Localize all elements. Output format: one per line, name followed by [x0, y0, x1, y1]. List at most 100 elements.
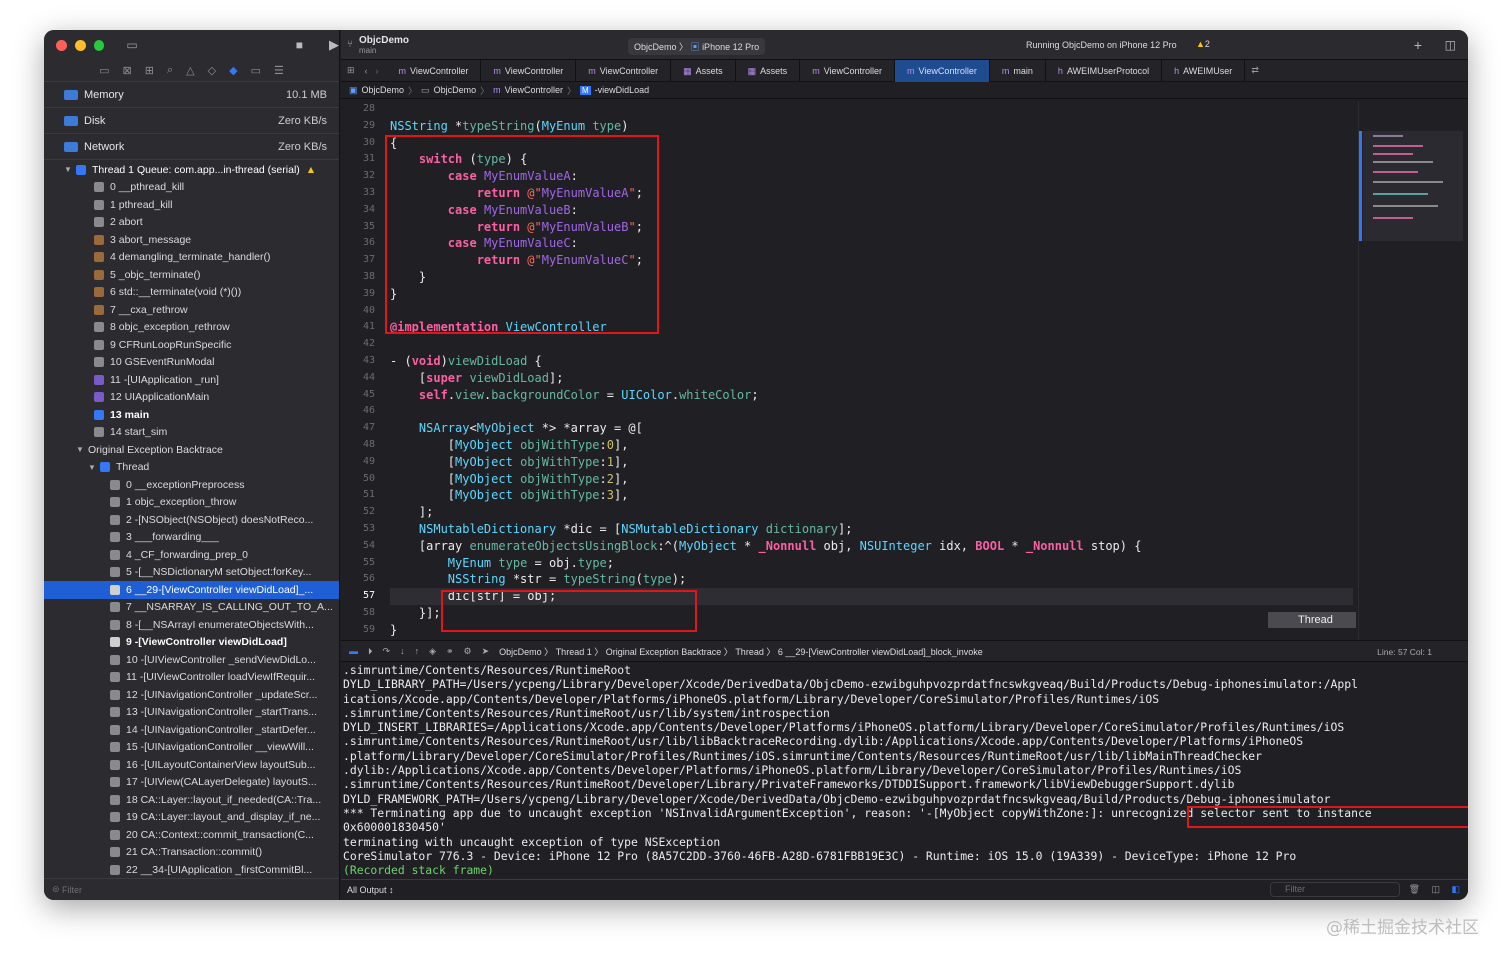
stop-button[interactable]: ■	[296, 38, 303, 52]
backtrace-frame-row[interactable]: 13 -[UINavigationController _startTrans.…	[44, 704, 339, 722]
source-editor[interactable]: 28 29 30 31 32 33 34 35 36 37 38 39 40 41 42 43 44 45 46 47…	[341, 101, 1468, 640]
chevron-down-icon[interactable]: ▼	[76, 445, 86, 454]
folder-icon[interactable]: ▭	[99, 64, 109, 77]
stack-frame-row[interactable]: 14 start_sim	[44, 424, 339, 442]
backtrace-frame-row[interactable]: 8 -[__NSArrayI enumerateObjectsWith...	[44, 616, 339, 634]
chevron-down-icon[interactable]: ▼	[64, 165, 74, 174]
stack-frame-row[interactable]: 4 demangling_terminate_handler()	[44, 249, 339, 267]
test-icon[interactable]: ◇	[208, 64, 216, 77]
backtrace-thread-row[interactable]: ▼ Thread	[44, 459, 339, 477]
breakpoints-toggle-icon[interactable]: ▬	[349, 646, 358, 656]
backtrace-frame-row[interactable]: 19 CA::Layer::layout_and_display_if_ne..…	[44, 809, 339, 827]
issue-icon[interactable]: △	[186, 64, 194, 77]
backtrace-frame-row[interactable]: 5 -[__NSDictionaryM setObject:forKey...	[44, 564, 339, 582]
debug-icon[interactable]: ◆	[229, 64, 237, 77]
backtrace-frame-row[interactable]: 14 -[UINavigationController _startDefer.…	[44, 721, 339, 739]
source-control-icon[interactable]: ⊠	[123, 64, 132, 77]
backtrace-frame-row[interactable]: 4 _CF_forwarding_prep_0	[44, 546, 339, 564]
report-icon[interactable]: ☰	[274, 64, 284, 77]
sidebar-toggle-icon[interactable]: ▭	[126, 38, 137, 52]
backtrace-frame-row[interactable]: 12 -[UINavigationController _updateScr..…	[44, 686, 339, 704]
chevron-down-icon[interactable]: ▼	[88, 463, 98, 472]
backtrace-frame-row[interactable]: 11 -[UIViewController loadViewIfRequir..…	[44, 669, 339, 687]
memory-graph-icon[interactable]: ⚭	[446, 646, 454, 657]
gauge-network[interactable]: Network Zero KB/s	[44, 134, 339, 160]
backtrace-frame-row[interactable]: 6 __29-[ViewController viewDidLoad]_...	[44, 581, 339, 599]
backtrace-frame-row[interactable]: 20 CA::Context::commit_transaction(C...	[44, 826, 339, 844]
forward-icon[interactable]: ›	[372, 66, 387, 76]
run-button[interactable]: ▶	[329, 37, 339, 53]
warning-badge[interactable]: ▲2	[1196, 39, 1210, 49]
stack-frame-row[interactable]: 10 GSEventRunModal	[44, 354, 339, 372]
backtrace-frame-row[interactable]: 3 ___forwarding___	[44, 529, 339, 547]
split-view-icon[interactable]: ◫	[1431, 884, 1440, 895]
minimap[interactable]	[1358, 101, 1468, 640]
thread-row[interactable]: ▼ Thread 1 Queue: com.app...in-thread (se…	[44, 161, 339, 179]
inspector-toggle-icon[interactable]: ◫	[1445, 38, 1456, 52]
backtrace-frame-row[interactable]: 15 -[UINavigationController __viewWill..…	[44, 739, 339, 757]
console-filter[interactable]: Filter	[1270, 882, 1400, 897]
stack-frame-row[interactable]: 7 __cxa_rethrow	[44, 301, 339, 319]
tab-assets[interactable]: ▦ Assets	[671, 59, 736, 82]
symbol-icon[interactable]: ⊞	[145, 64, 154, 77]
output-selector[interactable]: All Output ↕	[347, 885, 394, 895]
tab-aweimuserprotocol[interactable]: h AWEIMUserProtocol	[1046, 59, 1163, 82]
close-window-button[interactable]	[56, 39, 67, 51]
find-icon[interactable]: ⌕	[167, 64, 173, 77]
tab-viewcontroller[interactable]: m ViewController	[895, 59, 990, 82]
stack-frame-row[interactable]: 11 -[UIApplication _run]	[44, 371, 339, 389]
backtrace-header-row[interactable]: ▼ Original Exception Backtrace	[44, 441, 339, 459]
backtrace-frame-row[interactable]: 7 __NSARRAY_IS_CALLING_OUT_TO_A...	[44, 599, 339, 617]
environment-icon[interactable]: ⚙	[464, 646, 472, 657]
backtrace-frame-row[interactable]: 0 __exceptionPreprocess	[44, 476, 339, 494]
navigator-filter[interactable]: ⊜ Filter	[44, 878, 339, 900]
backtrace-frame-row[interactable]: 1 objc_exception_throw	[44, 494, 339, 512]
tab-viewcontroller[interactable]: m ViewController	[481, 59, 577, 82]
back-icon[interactable]: ‹	[361, 66, 372, 76]
backtrace-frame-row[interactable]: 17 -[UIView(CALayerDelegate) layoutS...	[44, 774, 339, 792]
zoom-window-button[interactable]	[93, 39, 105, 51]
stack-frame-row[interactable]: 12 UIApplicationMain	[44, 389, 339, 407]
tab-main[interactable]: m main	[990, 59, 1046, 82]
debug-view-icon[interactable]: ◈	[429, 646, 436, 657]
step-into-icon[interactable]: ↓	[400, 646, 405, 656]
stack-frame-row[interactable]: 13 main	[44, 406, 339, 424]
stack-frame-row[interactable]: 1 pthread_kill	[44, 196, 339, 214]
tab-aweimuser[interactable]: h AWEIMUser	[1162, 59, 1246, 82]
tab-assets[interactable]: ▦ Assets	[736, 59, 801, 82]
stack-frame-row[interactable]: 6 std::__terminate(void (*)())	[44, 284, 339, 302]
backtrace-frame-row[interactable]: 2 -[NSObject(NSObject) doesNotReco...	[44, 511, 339, 529]
tab-viewcontroller[interactable]: m ViewController	[800, 59, 896, 82]
split-icon[interactable]: ⇄	[1245, 65, 1265, 76]
stack-frame-row[interactable]: 8 objc_exception_rethrow	[44, 319, 339, 337]
add-icon[interactable]: +	[1414, 37, 1422, 53]
stack-frame-row[interactable]: 0 __pthread_kill	[44, 179, 339, 197]
backtrace-frame-row[interactable]: 21 CA::Transaction::commit()	[44, 844, 339, 862]
console-output[interactable]: .simruntime/Contents/Resources/RuntimeRo…	[341, 663, 1468, 879]
line-number-gutter[interactable]: 28 29 30 31 32 33 34 35 36 37 38 39 40 41 42 43 44 45 46 47…	[341, 101, 381, 640]
location-icon[interactable]: ➤	[482, 646, 490, 657]
backtrace-frame-row[interactable]: 16 -[UILayoutContainerView layoutSub...	[44, 756, 339, 774]
scheme-selector[interactable]: ObjcDemo 〉 ▣ iPhone 12 Pro	[628, 38, 766, 55]
tab-viewcontroller[interactable]: m ViewController	[576, 59, 672, 82]
backtrace-frame-row[interactable]: 9 -[ViewController viewDidLoad]	[44, 634, 339, 652]
backtrace-frame-row[interactable]: 18 CA::Layer::layout_if_needed(CA::Tra..…	[44, 791, 339, 809]
tab-viewcontroller[interactable]: m ViewController	[387, 59, 482, 82]
gauge-memory[interactable]: Memory 10.1 MB	[44, 82, 339, 108]
backtrace-frame-row[interactable]: 10 -[UIViewController _sendViewDidLo...	[44, 651, 339, 669]
activity-status: Running ObjcDemo on iPhone 12 Pro	[1026, 40, 1177, 50]
grid-icon[interactable]: ⊞	[341, 65, 361, 76]
stack-frame-row[interactable]: 5 _objc_terminate()	[44, 266, 339, 284]
breakpoint-icon[interactable]: ▭	[251, 64, 261, 77]
trash-icon[interactable]: 🗑	[1409, 884, 1420, 895]
stack-frame-row[interactable]: 3 abort_message	[44, 231, 339, 249]
console-view-icon[interactable]: ◧	[1451, 884, 1460, 895]
continue-icon[interactable]: ⏵	[368, 646, 373, 657]
stack-frame-row[interactable]: 9 CFRunLoopRunSpecific	[44, 336, 339, 354]
step-out-icon[interactable]: ↑	[415, 646, 420, 656]
step-over-icon[interactable]: ↷	[383, 646, 391, 657]
backtrace-frame-row[interactable]: 22 __34-[UIApplication _firstCommitBl...	[44, 861, 339, 879]
gauge-disk[interactable]: Disk Zero KB/s	[44, 108, 339, 134]
stack-frame-row[interactable]: 2 abort	[44, 214, 339, 232]
minimize-window-button[interactable]	[74, 39, 86, 51]
